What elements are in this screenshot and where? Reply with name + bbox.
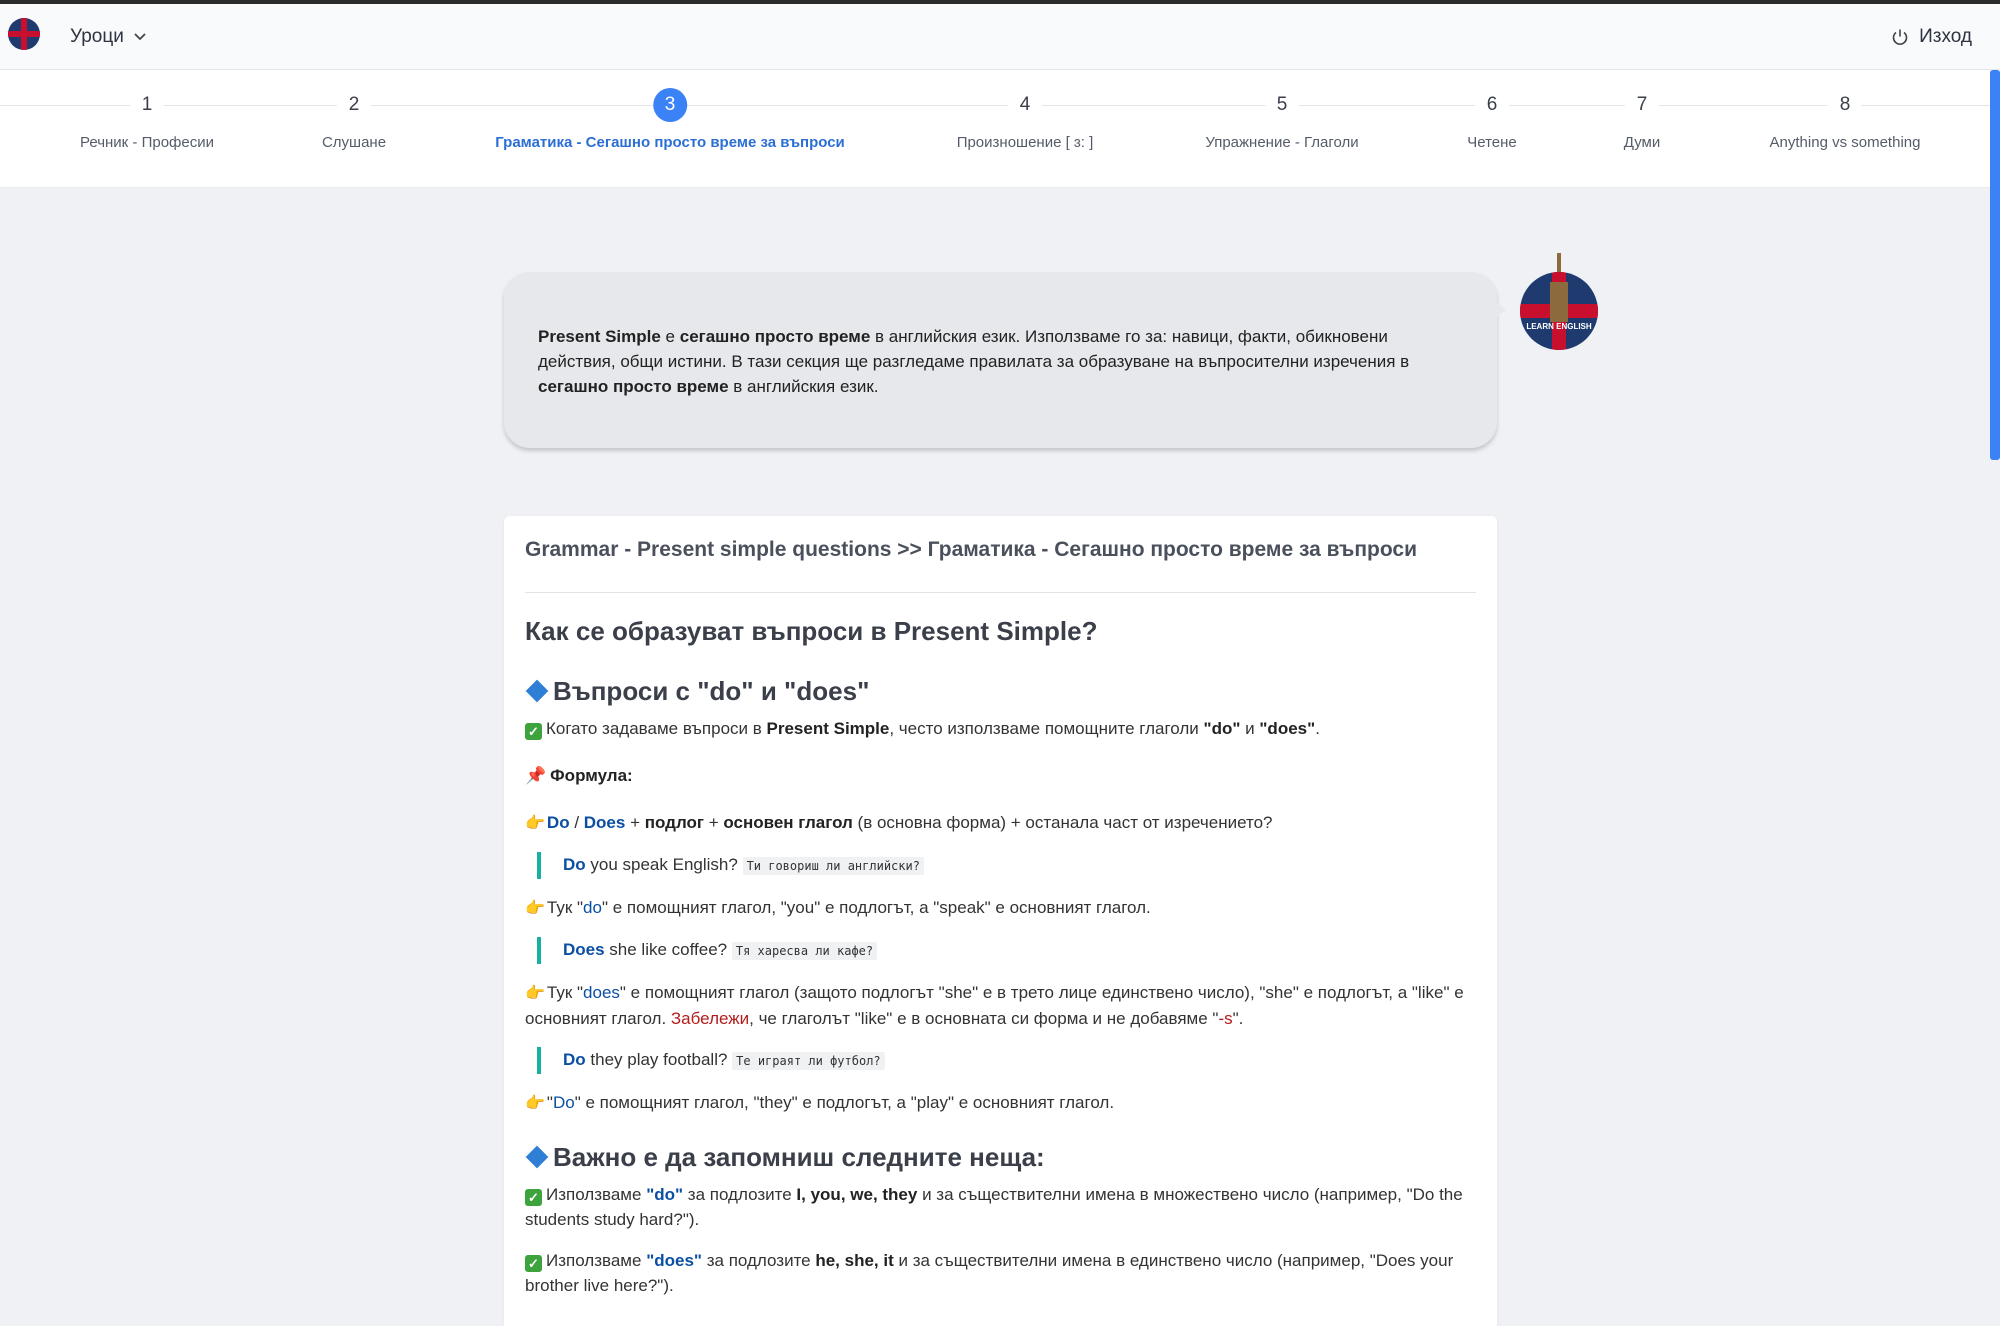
step-number: 2 [337,88,371,122]
lessons-menu-label: Уроци [70,26,124,47]
step-label: Произношение [ ɜ: ] [956,134,1094,151]
card-title: Grammar - Present simple questions >> Гр… [525,538,1417,561]
intro-text: Present Simple е сегашно просто време в … [538,327,1410,396]
pushpin-icon: 📌 [525,766,547,785]
step-8[interactable]: 8 Anything vs something [1769,88,1921,151]
explanation-2: 👉 Тук "does" е помощният глагол (защото п… [525,983,1464,1028]
step-3[interactable]: 3 Граматика - Сегашно просто време за въ… [495,88,845,151]
step-label: Упражнение - Глаголи [1205,134,1359,151]
step-number: 1 [130,88,164,122]
top-navbar: Уроци Изход [0,4,2000,70]
formula-label-row: 📌 Формула: [525,766,633,785]
app-logo[interactable] [8,18,40,50]
step-number: 4 [1008,88,1042,122]
logo-spire [1557,253,1561,273]
step-number: 7 [1624,88,1659,122]
learn-english-logo: LEARN ENGLISH [1520,272,1598,350]
check-mark-icon: ✓ [525,1255,542,1272]
rule-2: ✓ Използваме "does" за подлозите he, she,… [525,1251,1454,1295]
translation-tag: Тя харесва ли кафе? [731,942,878,960]
step-2[interactable]: 2 Слушане [322,88,386,151]
step-number: 8 [1827,88,1862,122]
step-label: Anything vs something [1769,134,1921,151]
page-scrollbar[interactable] [1990,70,2000,460]
step-7[interactable]: 7 Думи [1623,88,1661,151]
pointing-hand-icon: 👉 [525,815,545,832]
blue-diamond-icon [525,1145,549,1169]
formula-row: 👉 Do / Does + подлог + основен глагол (в … [525,810,1476,836]
step-number: 3 [653,88,687,122]
step-1[interactable]: 1 Речник - Професии [80,88,214,151]
check-mark-icon: ✓ [525,1189,542,1206]
step-label: Четене [1467,134,1517,151]
pointing-hand-icon: 👉 [525,900,545,917]
lesson-steps-bar: 1 Речник - Професии 2 Слушане 3 Граматик… [0,70,1990,188]
intro-paragraph: ✓ Когато задаваме въпроси в Present Simpl… [525,716,1476,741]
step-label: Речник - Професии [80,134,214,151]
example-quote-2: Does she like coffee? Тя харесва ли кафе… [537,937,1476,964]
logout-button[interactable]: Изход [1891,26,1972,48]
chevron-down-icon [134,33,146,41]
step-label: Слушане [321,134,387,151]
translation-tag: Ти говориш ли английски? [742,857,924,875]
power-icon [1892,29,1908,45]
explanation-1: 👉 Тук "do" е помощният глагол, "you" е по… [525,895,1476,921]
card-content: Как се образуват въпроси в Present Simpl… [525,612,1476,1314]
subheading-remember: Важно е да запомниш следните неща: [525,1132,1476,1182]
step-number: 6 [1474,88,1509,122]
lessons-menu-button[interactable]: Уроци [70,26,146,48]
card-divider [525,592,1476,593]
bubble-tail [1492,300,1506,320]
rule-1: ✓ Използваме "do" за подлозите I, you, we… [525,1185,1463,1229]
pointing-hand-icon: 👉 [525,1095,545,1112]
section-heading: Как се образуват въпроси в Present Simpl… [525,616,1098,646]
explanation-3: 👉 "Do" е помощният глагол, "they" е подло… [525,1090,1476,1116]
step-5[interactable]: 5 Упражнение - Глаголи [1205,88,1359,151]
step-label: Граматика - Сегашно просто време за въпр… [495,134,845,151]
subheading-do-does: Въпроси с "do" и "does" [525,666,1476,716]
step-4[interactable]: 4 Произношение [ ɜ: ] [956,88,1094,151]
logo-text: LEARN ENGLISH [1526,322,1592,331]
example-quote-1: Do you speak English? Ти говориш ли англ… [537,852,1476,879]
intro-speech-bubble: Present Simple е сегашно просто време в … [504,272,1497,448]
pointing-hand-icon: 👉 [525,985,545,1002]
blue-diamond-icon [525,679,549,703]
step-label: Думи [1623,134,1661,151]
translation-tag: Те играят ли футбол? [732,1052,885,1070]
grammar-card: Grammar - Present simple questions >> Гр… [504,516,1497,1326]
example-quote-3: Do they play football? Те играят ли футб… [537,1047,1476,1074]
step-number: 5 [1264,88,1299,122]
step-6[interactable]: 6 Четене [1467,88,1517,151]
check-mark-icon: ✓ [525,723,542,740]
logout-label: Изход [1919,26,1972,47]
